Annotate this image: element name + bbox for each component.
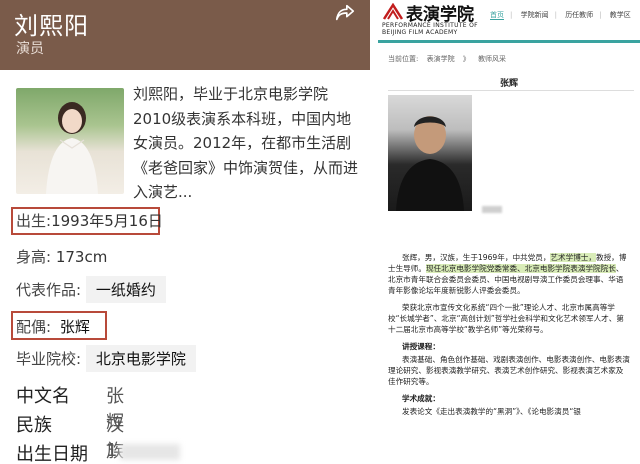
breadcrumb-teachers[interactable]: 教师风采 <box>478 55 506 63</box>
achievements-text: 发表论文《走出表演教学的“黑洞”》、《论电影演员“银 <box>402 407 581 416</box>
height-row: 身高: 173cm <box>16 246 107 267</box>
nav-news[interactable]: 学院新闻 <box>521 11 549 19</box>
share-icon[interactable] <box>334 2 356 24</box>
birth-value: 1993年5月16日 <box>51 212 163 230</box>
teacher-photo <box>388 95 472 211</box>
info-label: 出生日期 <box>16 444 88 464</box>
breadcrumb: 当前位置: 表演学院 》 教师风采 <box>388 54 512 64</box>
breadcrumb-label: 当前位置: <box>388 55 419 63</box>
courses-text: 表演基础、角色创作基础、戏剧表演创作、电影表演创作、电影表演理论研究、影视表演教… <box>388 355 630 386</box>
bio-paragraph-1: 张辉，男，汉族，生于1969年，中共党员，艺术学博士，教授，博士生导师。现任北京… <box>388 252 630 296</box>
birth-label: 出生: <box>16 212 52 230</box>
spouse-row: 配偶: 张辉 <box>16 313 94 340</box>
teacher-description: 张辉，男，汉族，生于1969年，中共党员，艺术学博士，教授，博士生导师。现任北京… <box>388 252 630 423</box>
school-chip[interactable]: 北京电影学院 <box>85 345 196 372</box>
nav-teaching[interactable]: 教学区 <box>610 11 631 19</box>
profile-name: 刘熙阳 <box>14 12 89 40</box>
academy-page: 表演学院 PERFORMANCE INSTITUTE OF BEIJING FI… <box>378 0 640 464</box>
baike-panel: 刘熙阳 演员 刘熙阳，毕业于北京电影学院2010级表演系本科班，中国内地女演员。… <box>0 0 370 464</box>
info-row-ethnicity: 民族 汉族 <box>16 411 124 462</box>
highlight-text: 现任北京电影学院党委常委、北京电影学院表演学院院长 <box>425 264 616 273</box>
blurred-value <box>120 444 180 460</box>
divider <box>370 0 378 464</box>
info-label: 民族 <box>16 415 52 436</box>
profile-header: 刘熙阳 演员 <box>0 0 370 70</box>
height-label: 身高: <box>16 248 52 266</box>
info-row-birthdate: 出生日期 1 <box>16 440 180 464</box>
spouse-chip[interactable]: 张辉 <box>56 313 94 340</box>
title-divider <box>388 90 634 91</box>
works-row: 代表作品: 一纸婚约 <box>16 276 166 303</box>
logo-sub-line1: PERFORMANCE INSTITUTE OF <box>382 22 478 29</box>
breadcrumb-academy[interactable]: 表演学院 <box>427 55 455 63</box>
courses-heading: 讲授课程： <box>402 342 440 351</box>
academy-logo-icon <box>382 3 404 20</box>
nav-home[interactable]: 首页 <box>490 11 504 20</box>
teacher-name: 张辉 <box>499 79 518 89</box>
breadcrumb-sep: 》 <box>462 55 470 63</box>
school-row: 毕业院校: 北京电影学院 <box>16 345 196 372</box>
info-value: 1 <box>106 440 118 461</box>
works-label: 代表作品: <box>16 281 82 299</box>
profile-role: 演员 <box>16 41 44 57</box>
profile-photo[interactable] <box>16 88 124 194</box>
works-chip[interactable]: 一纸婚约 <box>85 276 166 303</box>
profile-bio: 刘熙阳，毕业于北京电影学院2010级表演系本科班，中国内地女演员。2012年，在… <box>133 85 359 201</box>
achievements-heading: 学术成就： <box>402 394 440 403</box>
site-nav: 首页 | 学院新闻 | 历任教师 | 教学区 <box>490 11 631 20</box>
height-value: 173cm <box>55 248 108 266</box>
logo-sub-line2: BEIJING FILM ACADEMY <box>382 29 458 36</box>
academy-logo-subtitle: PERFORMANCE INSTITUTE OF BEIJING FILM AC… <box>382 22 478 36</box>
spouse-label: 配偶: <box>16 318 52 336</box>
bio-paragraph-2: 荣获北京市宣传文化系统“四个一批”理论人才、北京市属高等学校“长城学者”、北京“… <box>388 303 624 334</box>
highlight-text: 艺术学博士， <box>550 253 596 262</box>
school-label: 毕业院校: <box>16 350 82 368</box>
blurred-caption <box>482 206 502 213</box>
info-label: 中文名 <box>16 386 70 407</box>
bio-text: 张辉，男，汉族，生于1969年，中共党员， <box>402 253 551 262</box>
site-header: 表演学院 PERFORMANCE INSTITUTE OF BEIJING FI… <box>378 0 640 43</box>
birth-row: 出生:1993年5月16日 <box>16 210 163 231</box>
nav-teachers[interactable]: 历任教师 <box>565 11 593 19</box>
info-row-chinese-name: 中文名 张辉 <box>16 382 124 433</box>
